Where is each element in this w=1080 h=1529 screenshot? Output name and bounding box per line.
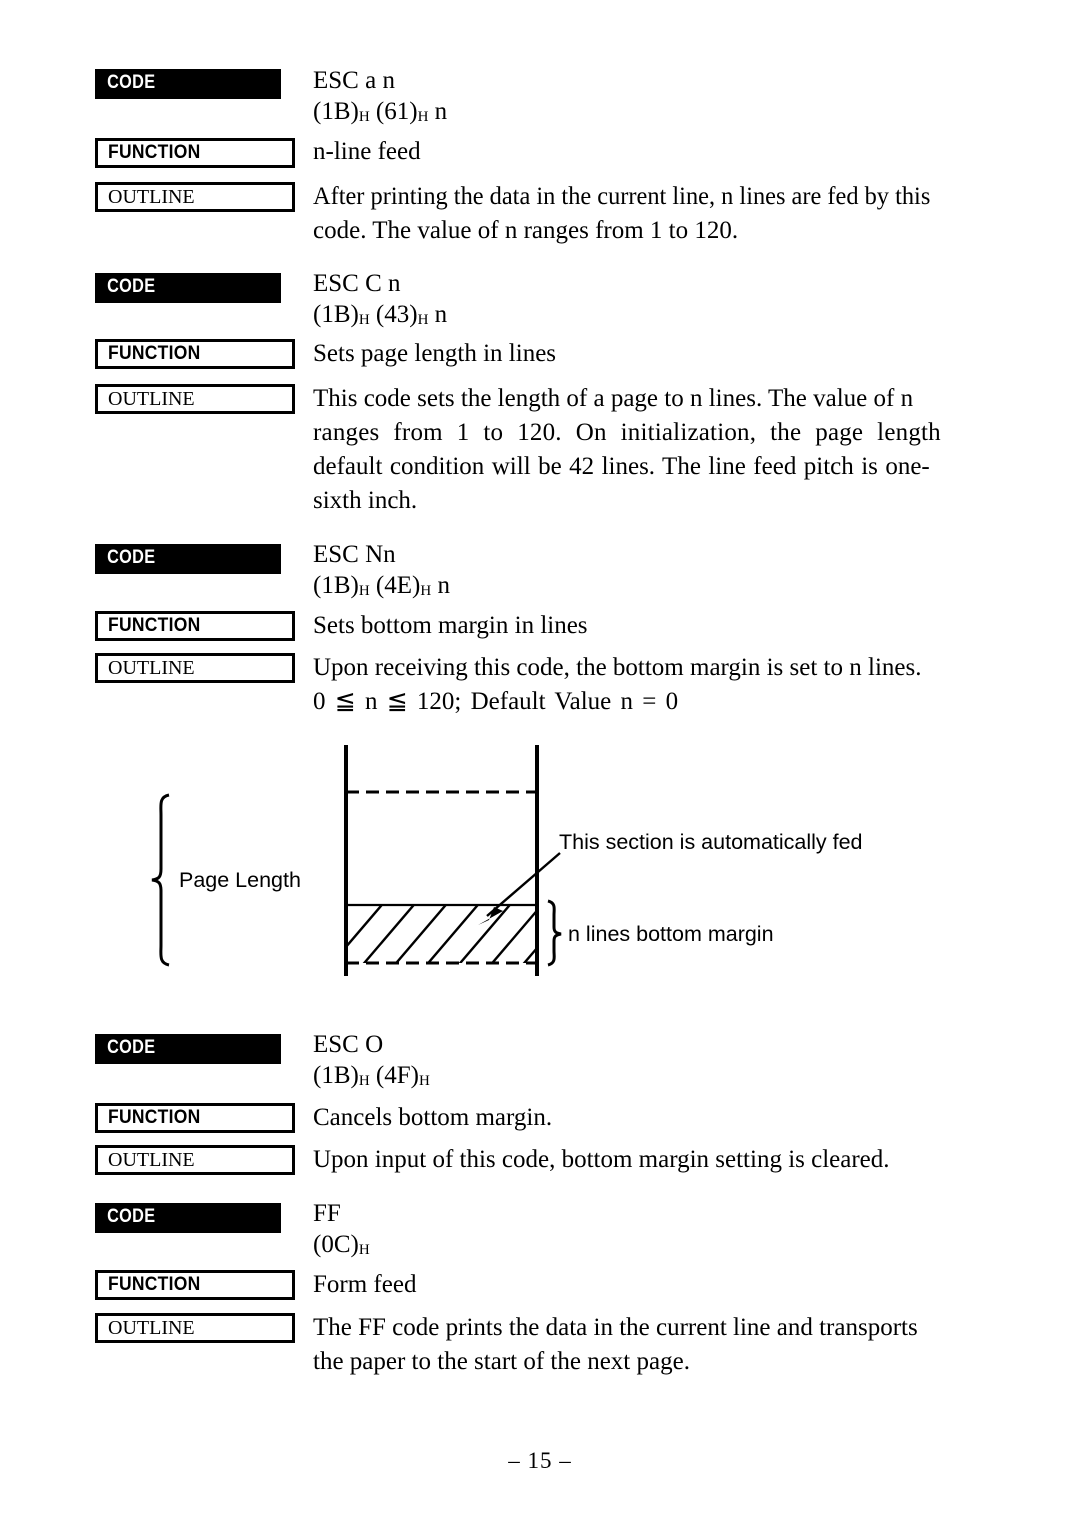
function-label-text: FUNCTION xyxy=(108,615,201,636)
hex-prefix: (1B) xyxy=(313,1062,359,1089)
outline-label-text: OUTLINE xyxy=(108,388,195,410)
outline-label-badge: OUTLINE xyxy=(95,384,295,414)
auto-fed-leader-line xyxy=(486,852,561,917)
hex-prefix: (0C) xyxy=(313,1231,359,1258)
outline-line: Upon receiving this code, the bottom mar… xyxy=(313,654,922,681)
function-label-text: FUNCTION xyxy=(108,1274,201,1295)
function-label-text: FUNCTION xyxy=(108,343,201,364)
code-hex: (1B)H (43)H n xyxy=(313,299,996,336)
outline-line: default condition will be 42 lines. The … xyxy=(313,453,930,480)
code-mnemonic: ESC O xyxy=(313,1031,384,1058)
function-value-esc-o: Cancels bottom margin. xyxy=(313,1104,553,1131)
outline-line-justified: ranges from 1 to 120. On initialization,… xyxy=(313,416,996,450)
code-mnemonic: ESC C n xyxy=(313,270,401,297)
hex-subscript-1: H xyxy=(358,312,370,328)
code-hex: (1B)H (4F)H xyxy=(313,1060,996,1097)
outline-line: sixth inch. xyxy=(313,487,418,514)
outline-line: 0 ≦ n ≦ 120; Default Value n = 0 xyxy=(313,688,679,715)
outline-line: ranges from 1 to 120. On initialization,… xyxy=(313,419,941,446)
function-value-esc-c-n: Sets page length in lines xyxy=(313,340,557,367)
bottom-margin-diagram: Page Length This section is automaticall… xyxy=(0,735,1080,990)
code-mnemonic: ESC a n xyxy=(313,67,395,94)
outline-label-badge: OUTLINE xyxy=(95,182,295,212)
code-label-badge: CODE xyxy=(95,544,281,574)
hex-subscript-2: H xyxy=(417,312,429,328)
code-label-text: CODE xyxy=(107,547,156,568)
function-value-ff: Form feed xyxy=(313,1271,417,1298)
page-number: – 15 – xyxy=(508,1448,572,1473)
code-label-text: CODE xyxy=(107,276,156,297)
outline-value-esc-o: Upon input of this code, bottom margin s… xyxy=(313,1143,996,1177)
function-value-esc-a-n: n-line feed xyxy=(313,138,421,165)
outline-line: This code sets the length of a page to n… xyxy=(313,385,914,412)
function-label-badge: FUNCTION xyxy=(95,339,295,369)
outline-line: The FF code prints the data in the curre… xyxy=(313,1314,918,1341)
hex-prefix: (1B) xyxy=(313,572,359,599)
hex-prefix: (1B) xyxy=(313,98,359,125)
hex-subscript-1: H xyxy=(358,1073,370,1089)
hex-mid: (4E) xyxy=(369,572,421,599)
outline-label-badge: OUTLINE xyxy=(95,1145,295,1175)
code-label-badge: CODE xyxy=(95,1203,281,1233)
hex-subscript-2: H xyxy=(418,1073,430,1089)
outline-label-badge: OUTLINE xyxy=(95,1313,295,1343)
code-value-esc-a-n: ESC a n (1B)H (61)H n xyxy=(313,66,996,133)
hex-mid: (4F) xyxy=(369,1062,419,1089)
outline-value-esc-c-n: This code sets the length of a page to n… xyxy=(313,382,996,518)
hex-subscript-2: H xyxy=(420,583,432,599)
code-label-text: CODE xyxy=(107,72,156,93)
code-value-ff: FF (0C)H xyxy=(313,1199,996,1266)
code-hex: (1B)H (4E)H n xyxy=(313,570,996,607)
function-label-badge: FUNCTION xyxy=(95,138,295,168)
function-label-text: FUNCTION xyxy=(108,1107,201,1128)
outline-value-ff: The FF code prints the data in the curre… xyxy=(313,1311,996,1379)
outline-line: Upon input of this code, bottom margin s… xyxy=(313,1146,890,1173)
outline-label-badge: OUTLINE xyxy=(95,653,295,683)
auto-fed-label: This section is automatically fed xyxy=(559,830,863,854)
code-mnemonic: FF xyxy=(313,1200,341,1227)
outline-label-text: OUTLINE xyxy=(108,657,195,679)
hex-prefix: (1B) xyxy=(313,301,359,328)
code-label-badge: CODE xyxy=(95,273,281,303)
code-label-badge: CODE xyxy=(95,69,281,99)
code-mnemonic: ESC Nn xyxy=(313,541,396,568)
outline-label-text: OUTLINE xyxy=(108,1317,195,1339)
code-hex: (0C)H xyxy=(313,1229,996,1266)
hex-subscript-1: H xyxy=(358,583,370,599)
page-length-label: Page Length xyxy=(179,868,301,892)
hex-subscript-1: H xyxy=(358,1242,370,1258)
bottom-margin-brace xyxy=(547,899,562,967)
outline-value-esc-a-n: After printing the data in the current l… xyxy=(313,180,996,248)
outline-line: After printing the data in the current l… xyxy=(313,183,931,210)
outline-label-text: OUTLINE xyxy=(108,1149,195,1171)
code-value-esc-c-n: ESC C n (1B)H (43)H n xyxy=(313,269,996,336)
hex-suffix: n xyxy=(428,98,448,125)
code-label-badge: CODE xyxy=(95,1034,281,1064)
page-length-brace xyxy=(151,793,170,967)
function-label-badge: FUNCTION xyxy=(95,1103,295,1133)
hex-suffix: n xyxy=(428,301,448,328)
document-page: CODE ESC a n (1B)H (61)H n FUNCTION n-li… xyxy=(0,0,1080,1529)
hex-suffix: n xyxy=(431,572,450,599)
code-value-esc-o: ESC O (1B)H (4F)H xyxy=(313,1030,996,1097)
outline-label-text: OUTLINE xyxy=(108,186,195,208)
function-label-badge: FUNCTION xyxy=(95,1270,295,1300)
bottom-margin-label: n lines bottom margin xyxy=(568,922,774,946)
code-value-esc-nn: ESC Nn (1B)H (4E)H n xyxy=(313,540,996,607)
code-label-text: CODE xyxy=(107,1206,156,1227)
hex-mid: (43) xyxy=(369,301,418,328)
outline-line: code. The value of n ranges from 1 to 12… xyxy=(313,217,739,244)
code-label-text: CODE xyxy=(107,1037,156,1058)
hex-mid: (61) xyxy=(369,98,418,125)
hex-subscript-1: H xyxy=(358,109,370,125)
function-label-text: FUNCTION xyxy=(108,142,201,163)
function-label-badge: FUNCTION xyxy=(95,611,295,641)
code-hex: (1B)H (61)H n xyxy=(313,96,996,133)
hex-subscript-2: H xyxy=(417,109,429,125)
function-value-esc-nn: Sets bottom margin in lines xyxy=(313,612,588,639)
outline-line: the paper to the start of the next page. xyxy=(313,1348,690,1375)
outline-value-esc-nn: Upon receiving this code, the bottom mar… xyxy=(313,651,996,719)
